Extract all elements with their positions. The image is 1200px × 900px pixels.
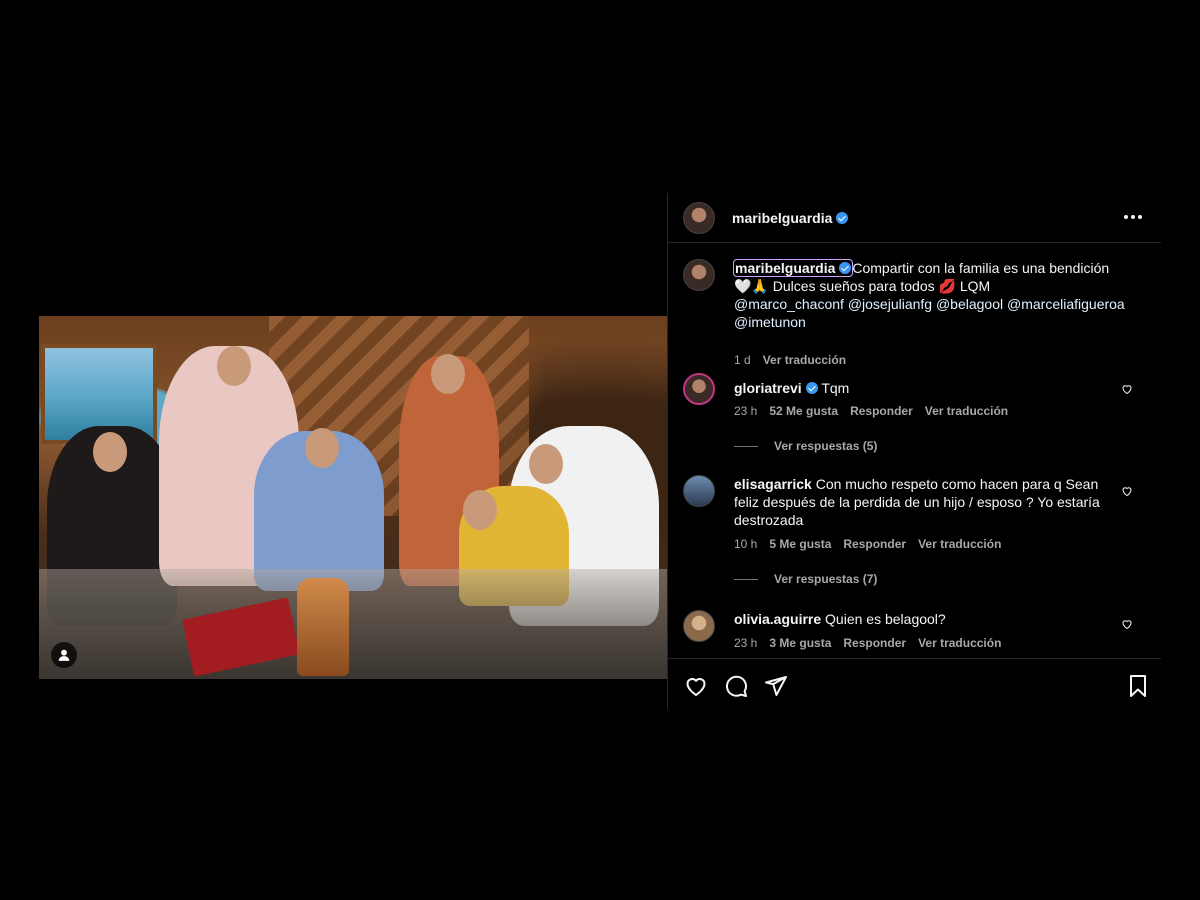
- avatar[interactable]: [683, 610, 715, 642]
- author-username[interactable]: maribelguardia: [732, 210, 849, 226]
- comment-meta: 23 h 52 Me gusta Responder Ver traducció…: [734, 404, 1008, 418]
- likes-count[interactable]: 5 Me gusta: [769, 537, 831, 551]
- avatar[interactable]: [683, 373, 715, 405]
- avatar[interactable]: [683, 475, 715, 507]
- share-icon[interactable]: [764, 674, 788, 698]
- likes-count[interactable]: 3 Me gusta: [769, 636, 831, 650]
- comment-meta: 23 h 3 Me gusta Responder Ver traducción: [734, 636, 1001, 650]
- avatar[interactable]: [683, 201, 715, 234]
- comment-time: 23 h: [734, 404, 758, 418]
- face: [93, 432, 127, 472]
- view-replies-button[interactable]: Ver respuestas (5): [734, 439, 877, 453]
- face: [431, 354, 465, 394]
- comment-text: olivia.aguirre Quien es belagool?: [734, 611, 946, 627]
- comments-list[interactable]: maribelguardia Compartir con la familia e…: [668, 244, 1161, 658]
- comment-meta: 10 h 5 Me gusta Responder Ver traducción: [734, 537, 1001, 551]
- caption-time: 1 d: [734, 353, 751, 367]
- reply-button[interactable]: Responder: [843, 537, 906, 551]
- face: [305, 428, 339, 468]
- comment-icon[interactable]: [724, 674, 748, 698]
- post-photo[interactable]: [39, 316, 667, 679]
- like-comment-heart-icon[interactable]: [1121, 383, 1133, 395]
- see-translation-link[interactable]: Ver traducción: [763, 353, 846, 367]
- likes-count[interactable]: 52 Me gusta: [769, 404, 838, 418]
- more-icon[interactable]: [1121, 205, 1145, 229]
- user-tag-icon[interactable]: [51, 642, 77, 668]
- reply-button[interactable]: Responder: [843, 636, 906, 650]
- reply-button[interactable]: Responder: [850, 404, 913, 418]
- comment-time: 10 h: [734, 537, 758, 551]
- caption-text: maribelguardia Compartir con la familia e…: [732, 259, 1125, 330]
- face: [529, 444, 563, 484]
- caption-username[interactable]: maribelguardia: [732, 259, 854, 277]
- verified-icon: [836, 211, 849, 224]
- comment-username[interactable]: gloriatrevi: [734, 380, 802, 396]
- caption-meta: 1 d Ver traducción: [734, 353, 846, 367]
- see-translation-link[interactable]: Ver traducción: [918, 537, 1001, 551]
- comment-username[interactable]: olivia.aguirre: [734, 611, 821, 627]
- comment-username[interactable]: elisagarrick: [734, 476, 812, 492]
- see-translation-link[interactable]: Ver traducción: [918, 636, 1001, 650]
- post-actions-bar: [668, 658, 1161, 709]
- view-replies-button[interactable]: Ver respuestas (7): [734, 572, 877, 586]
- bookmark-icon[interactable]: [1126, 674, 1150, 698]
- like-comment-heart-icon[interactable]: [1121, 618, 1133, 630]
- avatar[interactable]: [683, 259, 715, 291]
- post-side-panel: maribelguardia maribelguardia Compartir c…: [667, 193, 1161, 709]
- comment-text: elisagarrick Con mucho respeto como hace…: [734, 476, 1100, 528]
- verified-icon: [839, 262, 852, 274]
- verified-icon: [805, 382, 818, 394]
- face: [463, 490, 497, 530]
- dining-table: [39, 569, 667, 679]
- like-comment-heart-icon[interactable]: [1121, 485, 1133, 497]
- see-translation-link[interactable]: Ver traducción: [925, 404, 1008, 418]
- face: [217, 346, 251, 386]
- post-header: maribelguardia: [668, 193, 1161, 243]
- comment-text: gloriatrevi Tqm: [734, 380, 850, 396]
- comment-time: 23 h: [734, 636, 758, 650]
- lantern: [297, 578, 349, 676]
- heart-icon[interactable]: [684, 674, 708, 698]
